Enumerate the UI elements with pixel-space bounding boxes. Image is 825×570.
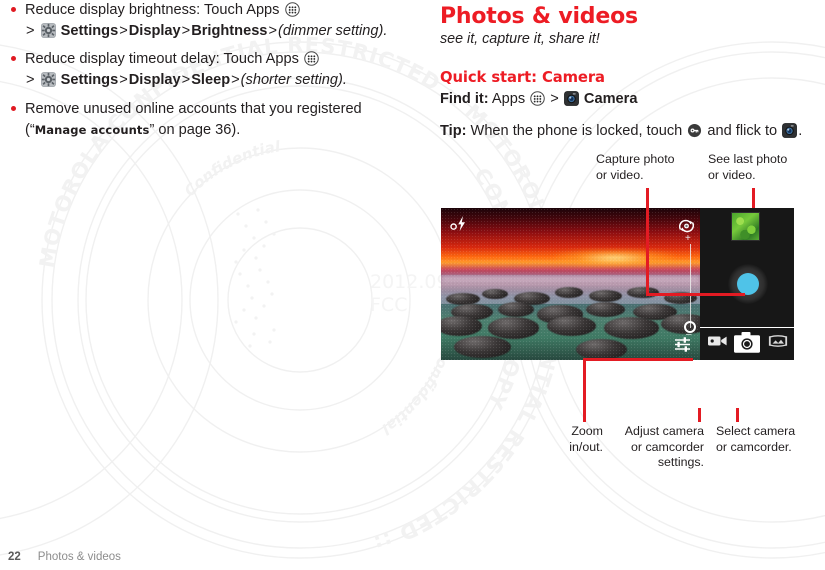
list-item-reduce-timeout: Reduce display timeout delay: Touch Apps…: [8, 49, 418, 90]
tip-line: Tip: When the phone is locked, touch and…: [440, 121, 825, 141]
callout-select-line2: or camcorder.: [716, 439, 792, 454]
callout-lastphoto-line2: or video.: [708, 167, 756, 182]
page-title: Photos & videos: [440, 4, 638, 29]
callout-select-line1: Select camera: [716, 424, 796, 438]
page-footer: 22 Photos & videos: [8, 551, 121, 563]
camera-viewfinder-preview[interactable]: + –: [441, 208, 700, 360]
callout-adjust-line1: Adjust camera: [624, 424, 704, 438]
section-title-quick-start: Quick start: Camera: [440, 69, 605, 87]
shutter-button[interactable]: [737, 273, 759, 295]
zoom-slider-track[interactable]: [690, 244, 691, 328]
leader-zoom-vertical: [583, 360, 586, 422]
leader-select-vertical: [736, 408, 739, 422]
leader-zoom-horizontal: [583, 358, 693, 361]
path-separator-4: >: [231, 72, 240, 89]
path-separator-4: >: [268, 22, 277, 39]
apps-icon: [530, 91, 545, 106]
menu-label-sleep: Sleep: [191, 72, 231, 89]
menu-label-brightness: Brightness: [191, 22, 268, 39]
leader-capture-vertical: [646, 188, 649, 208]
camera-ui-figure: Capture photo or video. See last photo o…: [440, 150, 825, 470]
leader-zoom-join: [690, 358, 693, 361]
callout-adjust-line3: settings.: [657, 455, 704, 469]
footer-section-label: Photos & videos: [37, 551, 121, 563]
callout-capture-line2: or video.: [596, 167, 644, 182]
watermark-agency: FCC: [370, 294, 407, 316]
path-separator: >: [26, 22, 35, 39]
menu-value-dimmer: (dimmer setting).: [277, 22, 388, 39]
callout-lastphoto-line1: See last photo: [708, 152, 788, 166]
leader-adjust-vertical: [698, 408, 701, 422]
menu-label-settings: Settings: [56, 22, 119, 39]
right-column: Photos & videos see it, capture it, shar…: [440, 0, 825, 141]
path-separator-2: >: [119, 72, 128, 89]
page-number: 22: [8, 551, 21, 563]
cross-ref-page: ” on page 36).: [149, 121, 241, 138]
find-it-label: Find it:: [440, 91, 489, 108]
leader-lastphoto-vertical: [752, 188, 755, 208]
find-it-apps-text: Apps: [488, 91, 530, 108]
callout-zoom: Zoom in/out.: [545, 424, 603, 455]
zoom-in-label[interactable]: +: [685, 234, 691, 244]
leader-capture-horizontal: [646, 293, 745, 296]
camera-mode-icon-selected[interactable]: [734, 332, 760, 353]
camera-screenshot: + –: [441, 208, 794, 360]
callout-see-last-photo: See last photo or video.: [708, 152, 818, 183]
panorama-mode-icon[interactable]: [768, 334, 788, 352]
callout-capture-photo: Capture photo or video.: [596, 152, 692, 183]
last-photo-thumbnail[interactable]: [731, 212, 760, 241]
list-item-remove-accounts: Remove unused online accounts that you r…: [8, 99, 418, 140]
tip-text-mid: and flick to: [703, 122, 782, 139]
camera-app-icon: [563, 91, 579, 106]
path-separator-2: >: [119, 22, 128, 39]
find-it-separator: >: [546, 91, 563, 108]
apps-icon: [304, 51, 319, 67]
camera-settings-icon[interactable]: [674, 336, 691, 357]
menu-label-display: Display: [128, 22, 181, 39]
find-it-line: Find it: Apps > Camera: [440, 89, 825, 109]
leader-capture-vertical-long: [646, 207, 649, 295]
settings-gear-icon: [40, 22, 56, 38]
menu-value-shorter: (shorter setting).: [240, 72, 347, 89]
page-subtitle: see it, capture it, share it!: [440, 31, 600, 48]
list-item-reduce-brightness: Reduce display brightness: Touch Apps >: [8, 0, 418, 41]
callout-zoom-line2: in/out.: [569, 439, 603, 454]
find-it-app-label: Camera: [583, 91, 638, 108]
battery-tips-list: Reduce display brightness: Touch Apps >: [8, 0, 418, 140]
path-separator-3: >: [181, 22, 191, 39]
camcorder-mode-icon[interactable]: [708, 334, 728, 352]
image-grain: [441, 208, 700, 360]
tip-label: Tip:: [440, 122, 467, 139]
camera-app-icon: [782, 122, 798, 138]
callout-adjust-line2: or camcorder: [631, 439, 704, 454]
apps-icon: [284, 2, 300, 17]
menu-label-settings: Settings: [56, 72, 119, 89]
callout-select-camera: Select camera or camcorder.: [716, 424, 820, 455]
camera-control-panel: [700, 208, 794, 360]
panel-divider: [700, 327, 794, 328]
callout-zoom-line1: Zoom: [571, 424, 603, 438]
path-separator: >: [26, 72, 35, 89]
tip-text-pre: When the phone is locked, touch: [466, 122, 687, 139]
callout-capture-line1: Capture photo: [596, 152, 675, 166]
menu-label-display: Display: [128, 72, 181, 89]
callout-adjust-settings: Adjust camera or camcorder settings.: [608, 424, 704, 471]
cross-ref-manage-accounts: Manage accounts: [34, 122, 150, 137]
tip-text-brightness: Reduce display brightness: Touch Apps: [25, 2, 280, 18]
flash-off-icon[interactable]: [449, 216, 471, 237]
lock-key-icon: [687, 123, 702, 138]
path-separator-3: >: [181, 72, 191, 89]
tip-text-post: .: [798, 122, 803, 139]
left-column: Reduce display brightness: Touch Apps >: [8, 0, 418, 148]
settings-gear-icon: [40, 72, 56, 88]
tip-text-timeout: Reduce display timeout delay: Touch Apps: [25, 51, 299, 68]
